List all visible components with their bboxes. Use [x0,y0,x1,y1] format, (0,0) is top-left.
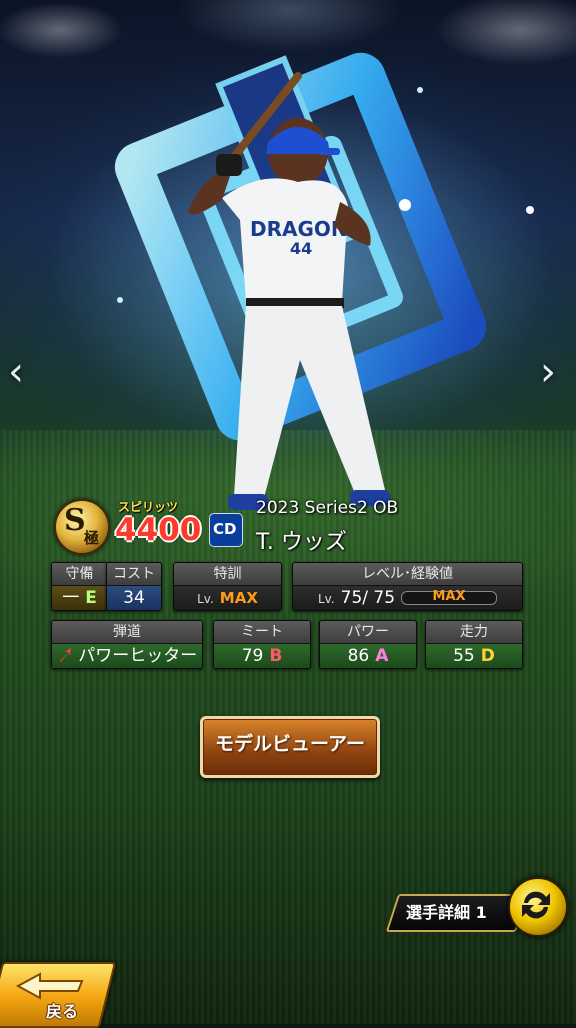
power-number: 86 [347,646,370,666]
exp-bar: MAX [401,589,498,605]
back-arrow-icon [16,972,84,1000]
speed-grade: D [480,646,495,666]
power-grade: A [375,646,389,666]
meet-label: ミート [214,621,310,644]
rank-sub: 極 [84,529,100,547]
back-label[interactable]: 戻る [46,998,78,1022]
cost-value: 34 [107,586,161,610]
defense-value: 一E [52,586,107,610]
cost-label: コスト [107,563,161,586]
level-label: レベル･経験値 [293,563,522,586]
power-panel: パワー 86 A [319,620,417,669]
training-lv: Lv. [197,592,214,606]
chevron-left-icon: ‹ [8,349,24,395]
player-name: T. ウッズ [256,530,347,555]
level-panel: レベル･経験値 Lv. 75/ 75 MAX [292,562,523,611]
level-value: Lv. 75/ 75 MAX [293,586,522,610]
training-value: Lv. MAX [174,586,281,610]
level-number: 75/ 75 [340,588,396,608]
trajectory-value: パワーヒッター [52,644,202,668]
spirits-value: 4400 [115,512,202,548]
player-detail-label[interactable]: 選手詳細 1 [406,899,487,923]
team-logo: CD [209,513,243,547]
meet-grade: B [269,646,283,666]
swap-button[interactable] [508,877,568,937]
defense-grade: E [85,588,97,608]
exp-max: MAX [432,589,466,604]
speed-value: 55 D [426,644,522,668]
meet-number: 79 [241,646,264,666]
swap-icon [522,891,550,919]
series-label: 2023 Series2 OB [256,498,399,518]
chevron-right-icon: › [540,349,556,395]
trajectory-panel: 弾道 パワーヒッター [51,620,203,669]
prev-player-button[interactable]: ‹ [8,352,24,392]
model-viewer-button[interactable]: モデルビューアー [200,716,380,778]
speed-panel: 走力 55 D [425,620,523,669]
jersey-number: 44 [290,239,312,258]
speed-number: 55 [453,646,475,666]
rank-letter: S [64,503,86,538]
defense-label: 守備 [52,563,107,586]
training-panel: 特訓 Lv. MAX [173,562,282,611]
trajectory-text: パワーヒッター [78,646,198,666]
team-logo-text: CD [213,520,237,538]
cost-panel: コスト 34 [106,562,162,611]
defense-position: 一 [62,588,80,608]
rank-badge: S 極 [54,499,110,555]
training-max: MAX [219,589,258,607]
level-lv: Lv. [317,592,335,606]
player-image: DRAGONS 44 [188,72,390,510]
training-label: 特訓 [174,563,281,586]
speed-label: 走力 [426,621,522,644]
meet-panel: ミート 79 B [213,620,311,669]
trajectory-arrow-icon [59,648,71,662]
power-value: 86 A [320,644,416,668]
defense-panel: 守備 一E [51,562,108,611]
trajectory-label: 弾道 [52,621,202,644]
power-label: パワー [320,621,416,644]
next-player-button[interactable]: › [540,352,556,392]
meet-value: 79 B [214,644,310,668]
